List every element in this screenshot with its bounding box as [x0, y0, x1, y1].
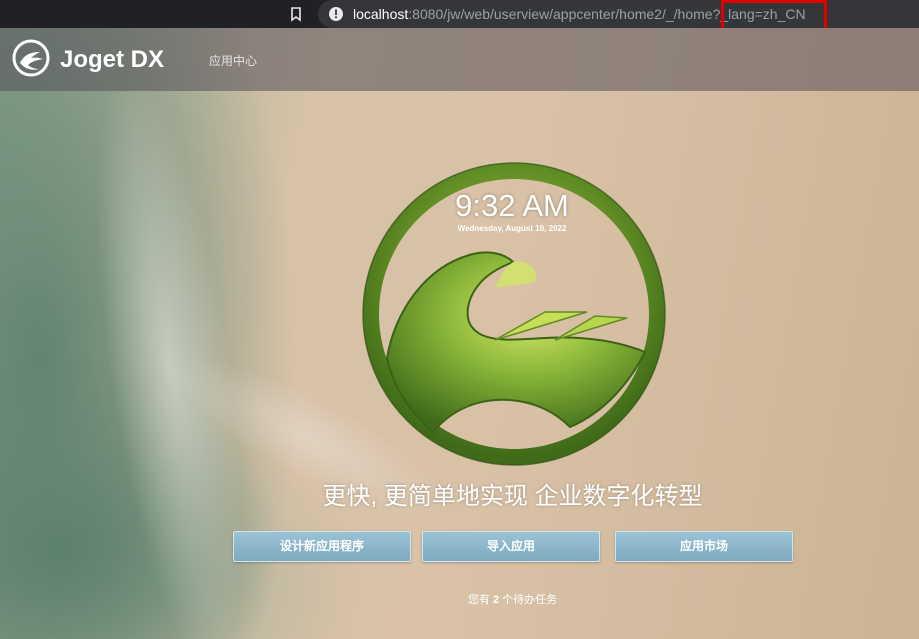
clock-date: Wednesday, August 10, 2022 — [457, 224, 567, 233]
joget-logo-icon[interactable] — [12, 39, 50, 77]
url-path: :8080/jw/web/userview/appcenter/home2/_/… — [408, 6, 713, 22]
app-header: Joget DX 应用中心 — [0, 28, 919, 91]
pending-tasks-count: 2 — [492, 594, 500, 606]
pending-tasks-link[interactable]: 您有 2 个待办任务 — [380, 593, 645, 607]
hero-tagline: 更快, 更简单地实现 企业数字化转型 — [322, 483, 703, 510]
pending-tasks-suffix: 个待办任务 — [502, 594, 558, 606]
pending-tasks-prefix: 您有 — [467, 594, 490, 606]
browser-toolbar: localhost:8080/jw/web/userview/appcenter… — [0, 0, 919, 33]
design-new-app-button[interactable]: 设计新应用程序 — [233, 531, 411, 562]
nav-app-center[interactable]: 应用中心 — [209, 54, 257, 68]
clock-time: 9:32 AM — [455, 188, 569, 223]
url-host: localhost — [353, 6, 409, 22]
bookmark-icon[interactable] — [289, 6, 303, 22]
address-bar[interactable]: localhost:8080/jw/web/userview/appcenter… — [318, 0, 919, 28]
app-center-page: Joget DX 应用中心 9:32 AM Wednesday, August … — [0, 28, 919, 639]
import-app-button[interactable]: 导入应用 — [422, 531, 600, 562]
brand-name[interactable]: Joget DX — [60, 46, 164, 74]
info-icon[interactable] — [328, 6, 344, 22]
app-marketplace-button[interactable]: 应用市场 — [615, 531, 793, 562]
